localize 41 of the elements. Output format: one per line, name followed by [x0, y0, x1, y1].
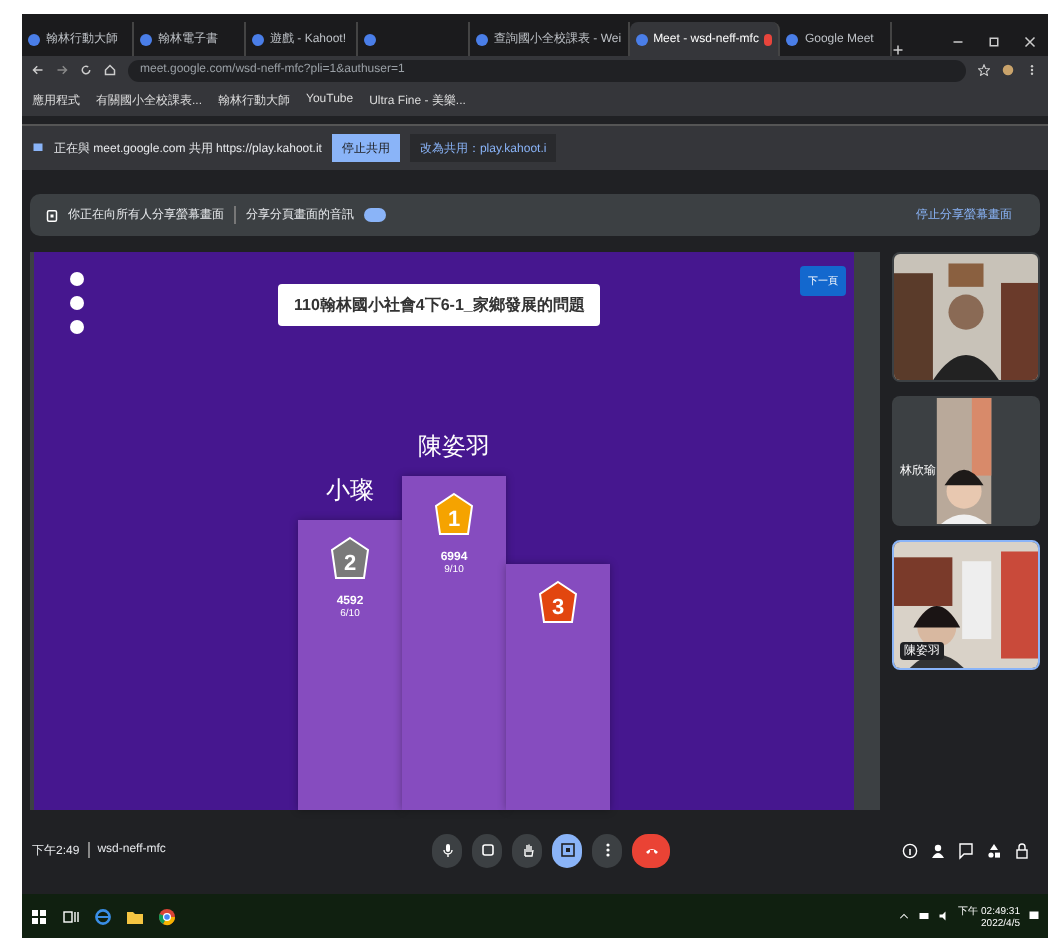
- menu-icon[interactable]: [1026, 64, 1038, 76]
- rank-badge: 2: [330, 536, 370, 584]
- back-icon[interactable]: [32, 64, 44, 76]
- rank-badge: 1: [434, 492, 474, 540]
- maximize-icon[interactable]: [988, 36, 1000, 48]
- profile-icon[interactable]: [1002, 64, 1014, 76]
- shapes-icon[interactable]: [986, 841, 1002, 859]
- microphone-icon: [439, 842, 455, 858]
- quiz-title: 110翰林國小社會4下6-1_家鄉發展的問題: [278, 284, 601, 326]
- close-icon[interactable]: [1024, 36, 1036, 48]
- browser-e-icon[interactable]: [94, 907, 112, 925]
- hang-up-button[interactable]: [632, 833, 670, 867]
- audio-toggle[interactable]: [364, 208, 386, 222]
- minimize-icon[interactable]: [952, 36, 964, 48]
- captions-icon: [479, 842, 495, 858]
- home-icon[interactable]: [104, 64, 116, 76]
- hand-button[interactable]: [512, 833, 542, 867]
- star-icon[interactable]: [978, 64, 990, 76]
- player-name: 小璨: [326, 474, 374, 508]
- lock-icon[interactable]: [1014, 841, 1030, 859]
- rank-badge: 3: [538, 580, 578, 628]
- forward-icon[interactable]: [56, 64, 68, 76]
- new-tab-icon[interactable]: [892, 44, 905, 56]
- microphone-button[interactable]: [432, 833, 462, 867]
- windows-icon[interactable]: [30, 907, 48, 925]
- task-view-icon[interactable]: [62, 907, 80, 925]
- hand-icon: [519, 842, 535, 858]
- chat-icon[interactable]: [958, 841, 974, 859]
- chrome-icon[interactable]: [158, 907, 176, 925]
- people-icon[interactable]: [930, 841, 946, 859]
- captions-button[interactable]: [472, 833, 502, 867]
- volume-icon[interactable]: [938, 910, 951, 922]
- info-icon[interactable]: [902, 841, 918, 859]
- video-tile[interactable]: [892, 252, 1040, 382]
- folder-icon[interactable]: [126, 907, 144, 925]
- reload-icon[interactable]: [80, 64, 92, 76]
- player-name: 陳姿羽: [418, 430, 490, 464]
- present-icon: [559, 842, 575, 858]
- more-button[interactable]: [592, 833, 622, 867]
- present-icon: [46, 209, 58, 221]
- present-button[interactable]: [552, 833, 582, 867]
